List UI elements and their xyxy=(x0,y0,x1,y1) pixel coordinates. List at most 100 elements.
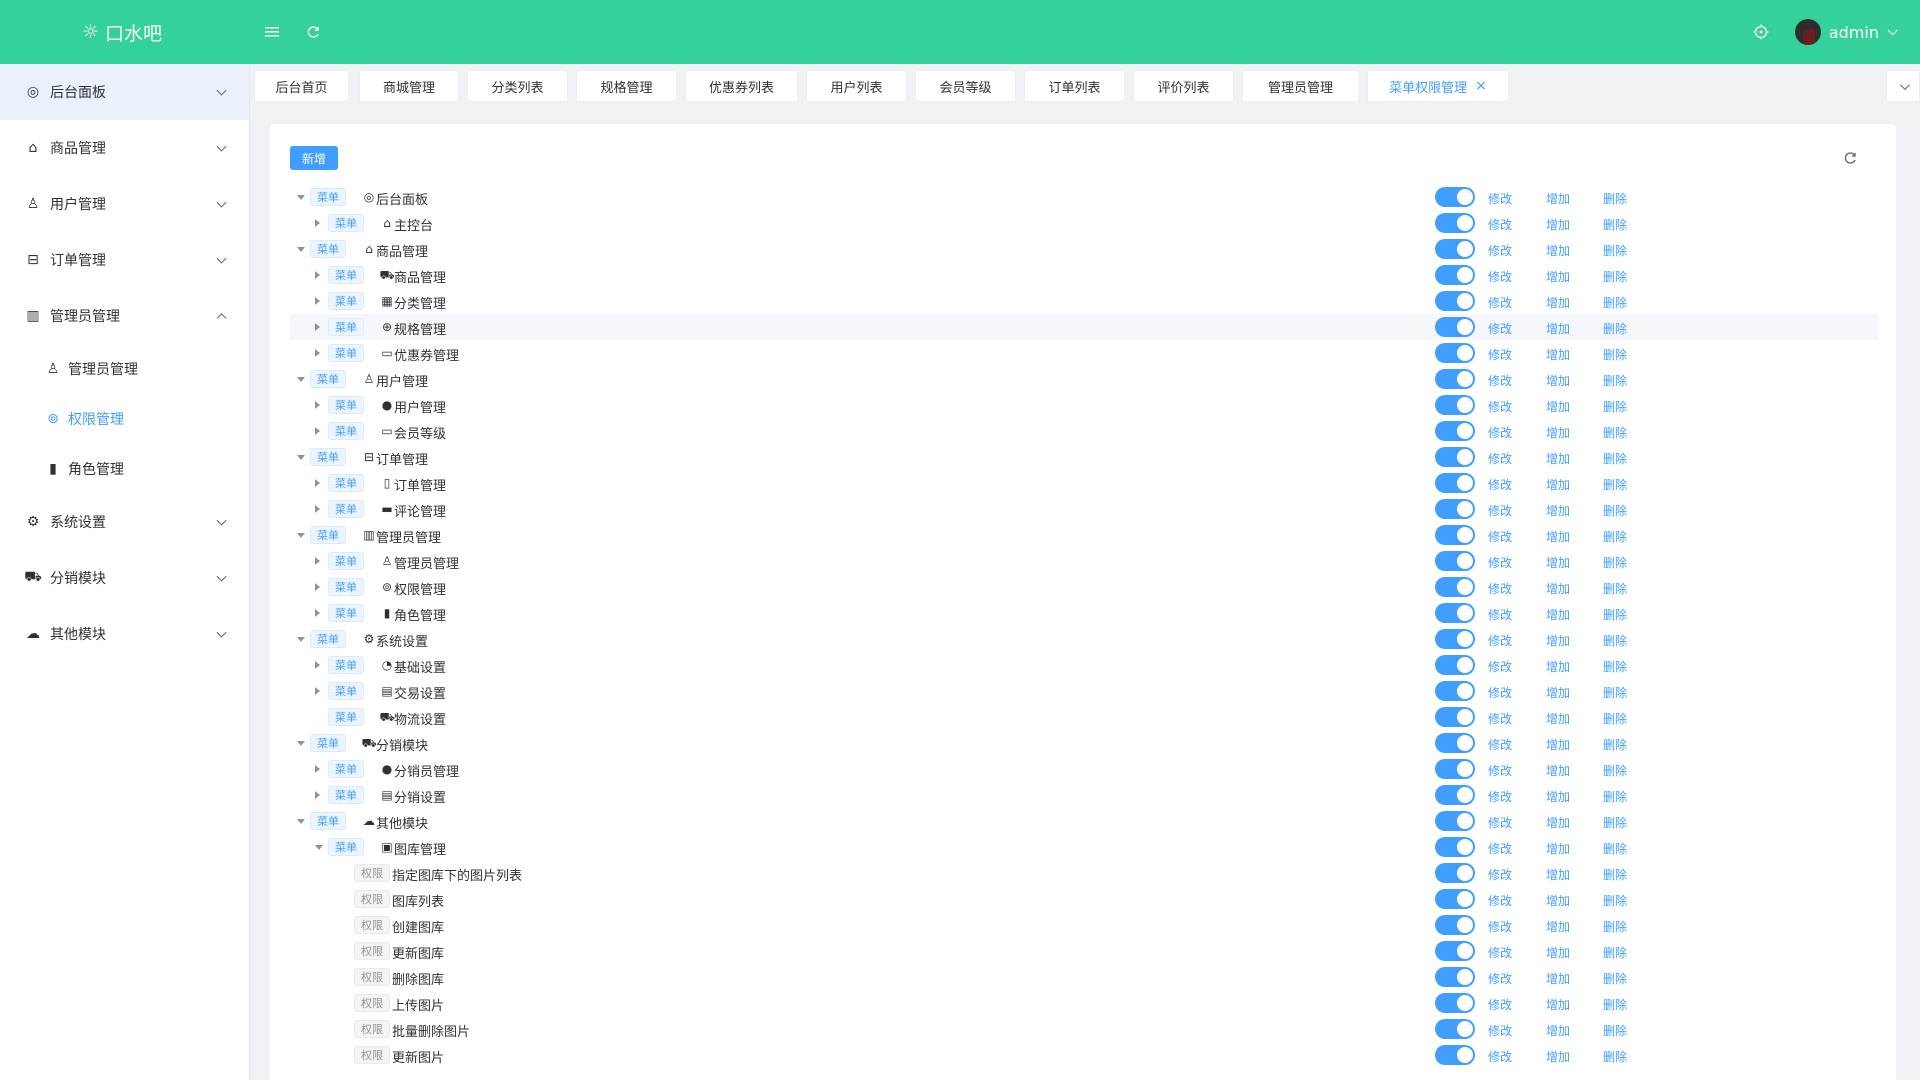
tree-node[interactable]: 菜单 ⌂ 主控台 修改 增加 删除 xyxy=(290,210,1878,236)
add-child-button[interactable]: 增加 xyxy=(1546,294,1570,311)
add-child-button[interactable]: 增加 xyxy=(1546,502,1570,519)
caret-right-icon[interactable] xyxy=(315,219,320,227)
delete-button[interactable]: 删除 xyxy=(1603,476,1627,493)
add-child-button[interactable]: 增加 xyxy=(1546,1022,1570,1039)
status-switch[interactable] xyxy=(1435,395,1475,415)
add-child-button[interactable]: 增加 xyxy=(1546,632,1570,649)
delete-button[interactable]: 删除 xyxy=(1603,294,1627,311)
status-switch[interactable] xyxy=(1435,837,1475,857)
delete-button[interactable]: 删除 xyxy=(1603,1048,1627,1065)
tree-node[interactable]: 菜单 ▯ 订单管理 修改 增加 删除 xyxy=(290,470,1878,496)
status-switch[interactable] xyxy=(1435,759,1475,779)
delete-button[interactable]: 删除 xyxy=(1603,372,1627,389)
add-child-button[interactable]: 增加 xyxy=(1546,1048,1570,1065)
status-switch[interactable] xyxy=(1435,499,1475,519)
edit-button[interactable]: 修改 xyxy=(1488,1022,1512,1039)
delete-button[interactable]: 删除 xyxy=(1603,320,1627,337)
status-switch[interactable] xyxy=(1435,343,1475,363)
refresh-icon[interactable] xyxy=(301,20,325,44)
menu-toggle-icon[interactable] xyxy=(260,20,284,44)
status-switch[interactable] xyxy=(1435,785,1475,805)
edit-button[interactable]: 修改 xyxy=(1488,1048,1512,1065)
delete-button[interactable]: 删除 xyxy=(1603,632,1627,649)
add-child-button[interactable]: 增加 xyxy=(1546,320,1570,337)
tree-node[interactable]: 菜单 ● 用户管理 修改 增加 删除 xyxy=(290,392,1878,418)
tree-node[interactable]: 菜单 ▤ 交易设置 修改 增加 删除 xyxy=(290,678,1878,704)
edit-button[interactable]: 修改 xyxy=(1488,710,1512,727)
status-switch[interactable] xyxy=(1435,967,1475,987)
delete-button[interactable]: 删除 xyxy=(1603,970,1627,987)
status-switch[interactable] xyxy=(1435,603,1475,623)
status-switch[interactable] xyxy=(1435,811,1475,831)
status-switch[interactable] xyxy=(1435,369,1475,389)
status-switch[interactable] xyxy=(1435,707,1475,727)
caret-right-icon[interactable] xyxy=(315,479,320,487)
add-child-button[interactable]: 增加 xyxy=(1546,372,1570,389)
tree-node[interactable]: 菜单 ▭ 优惠券管理 修改 增加 删除 xyxy=(290,340,1878,366)
delete-button[interactable]: 删除 xyxy=(1603,216,1627,233)
add-child-button[interactable]: 增加 xyxy=(1546,970,1570,987)
add-child-button[interactable]: 增加 xyxy=(1546,580,1570,597)
edit-button[interactable]: 修改 xyxy=(1488,476,1512,493)
delete-button[interactable]: 删除 xyxy=(1603,866,1627,883)
sidebar-item[interactable]: ☁ 其他模块 xyxy=(0,606,249,662)
delete-button[interactable]: 删除 xyxy=(1603,450,1627,467)
edit-button[interactable]: 修改 xyxy=(1488,606,1512,623)
caret-down-icon[interactable] xyxy=(297,455,305,460)
tree-node[interactable]: 菜单 ⌂ 商品管理 修改 增加 删除 xyxy=(290,236,1878,262)
tabs-dropdown-button[interactable] xyxy=(1886,70,1920,102)
tree-node[interactable]: 权限 更新图库 修改 增加 删除 xyxy=(290,938,1878,964)
edit-button[interactable]: 修改 xyxy=(1488,424,1512,441)
tree-node[interactable]: 菜单 ⛟ 分销模块 修改 增加 删除 xyxy=(290,730,1878,756)
add-child-button[interactable]: 增加 xyxy=(1546,606,1570,623)
add-child-button[interactable]: 增加 xyxy=(1546,216,1570,233)
status-switch[interactable] xyxy=(1435,213,1475,233)
caret-right-icon[interactable] xyxy=(315,401,320,409)
status-switch[interactable] xyxy=(1435,551,1475,571)
edit-button[interactable]: 修改 xyxy=(1488,346,1512,363)
sidebar-subitem[interactable]: ▮ 角色管理 xyxy=(0,444,249,494)
tree-node[interactable]: 菜单 ☁ 其他模块 修改 增加 删除 xyxy=(290,808,1878,834)
tree-node[interactable]: 菜单 ⊚ 权限管理 修改 增加 删除 xyxy=(290,574,1878,600)
edit-button[interactable]: 修改 xyxy=(1488,580,1512,597)
tab[interactable]: 用户列表 xyxy=(806,70,907,102)
edit-button[interactable]: 修改 xyxy=(1488,190,1512,207)
caret-down-icon[interactable] xyxy=(297,195,305,200)
tree-node[interactable]: 权限 更新图片 修改 增加 删除 xyxy=(290,1042,1878,1068)
delete-button[interactable]: 删除 xyxy=(1603,684,1627,701)
caret-right-icon[interactable] xyxy=(315,687,320,695)
delete-button[interactable]: 删除 xyxy=(1603,424,1627,441)
add-child-button[interactable]: 增加 xyxy=(1546,554,1570,571)
status-switch[interactable] xyxy=(1435,655,1475,675)
caret-down-icon[interactable] xyxy=(297,637,305,642)
tab[interactable]: 分类列表 xyxy=(467,70,568,102)
caret-right-icon[interactable] xyxy=(315,791,320,799)
add-child-button[interactable]: 增加 xyxy=(1546,762,1570,779)
add-child-button[interactable]: 增加 xyxy=(1546,944,1570,961)
delete-button[interactable]: 删除 xyxy=(1603,710,1627,727)
tab[interactable]: 评价列表 xyxy=(1133,70,1234,102)
status-switch[interactable] xyxy=(1435,473,1475,493)
sidebar-item[interactable]: ⚙ 系统设置 xyxy=(0,494,249,550)
delete-button[interactable]: 删除 xyxy=(1603,736,1627,753)
status-switch[interactable] xyxy=(1435,733,1475,753)
caret-down-icon[interactable] xyxy=(315,845,323,850)
close-icon[interactable]: × xyxy=(1475,78,1487,94)
status-switch[interactable] xyxy=(1435,993,1475,1013)
caret-down-icon[interactable] xyxy=(297,533,305,538)
tab[interactable]: 规格管理 xyxy=(576,70,677,102)
status-switch[interactable] xyxy=(1435,1019,1475,1039)
edit-button[interactable]: 修改 xyxy=(1488,684,1512,701)
tab[interactable]: 管理员管理 xyxy=(1242,70,1359,102)
tree-node[interactable]: 权限 指定图库下的图片列表 修改 增加 删除 xyxy=(290,860,1878,886)
tree-node[interactable]: 菜单 ▬ 评论管理 修改 增加 删除 xyxy=(290,496,1878,522)
delete-button[interactable]: 删除 xyxy=(1603,268,1627,285)
delete-button[interactable]: 删除 xyxy=(1603,528,1627,545)
add-button[interactable]: 新增 xyxy=(290,146,338,170)
caret-right-icon[interactable] xyxy=(315,505,320,513)
caret-right-icon[interactable] xyxy=(315,297,320,305)
status-switch[interactable] xyxy=(1435,447,1475,467)
add-child-button[interactable]: 增加 xyxy=(1546,996,1570,1013)
delete-button[interactable]: 删除 xyxy=(1603,788,1627,805)
sidebar-item[interactable]: ♙ 用户管理 xyxy=(0,176,249,232)
